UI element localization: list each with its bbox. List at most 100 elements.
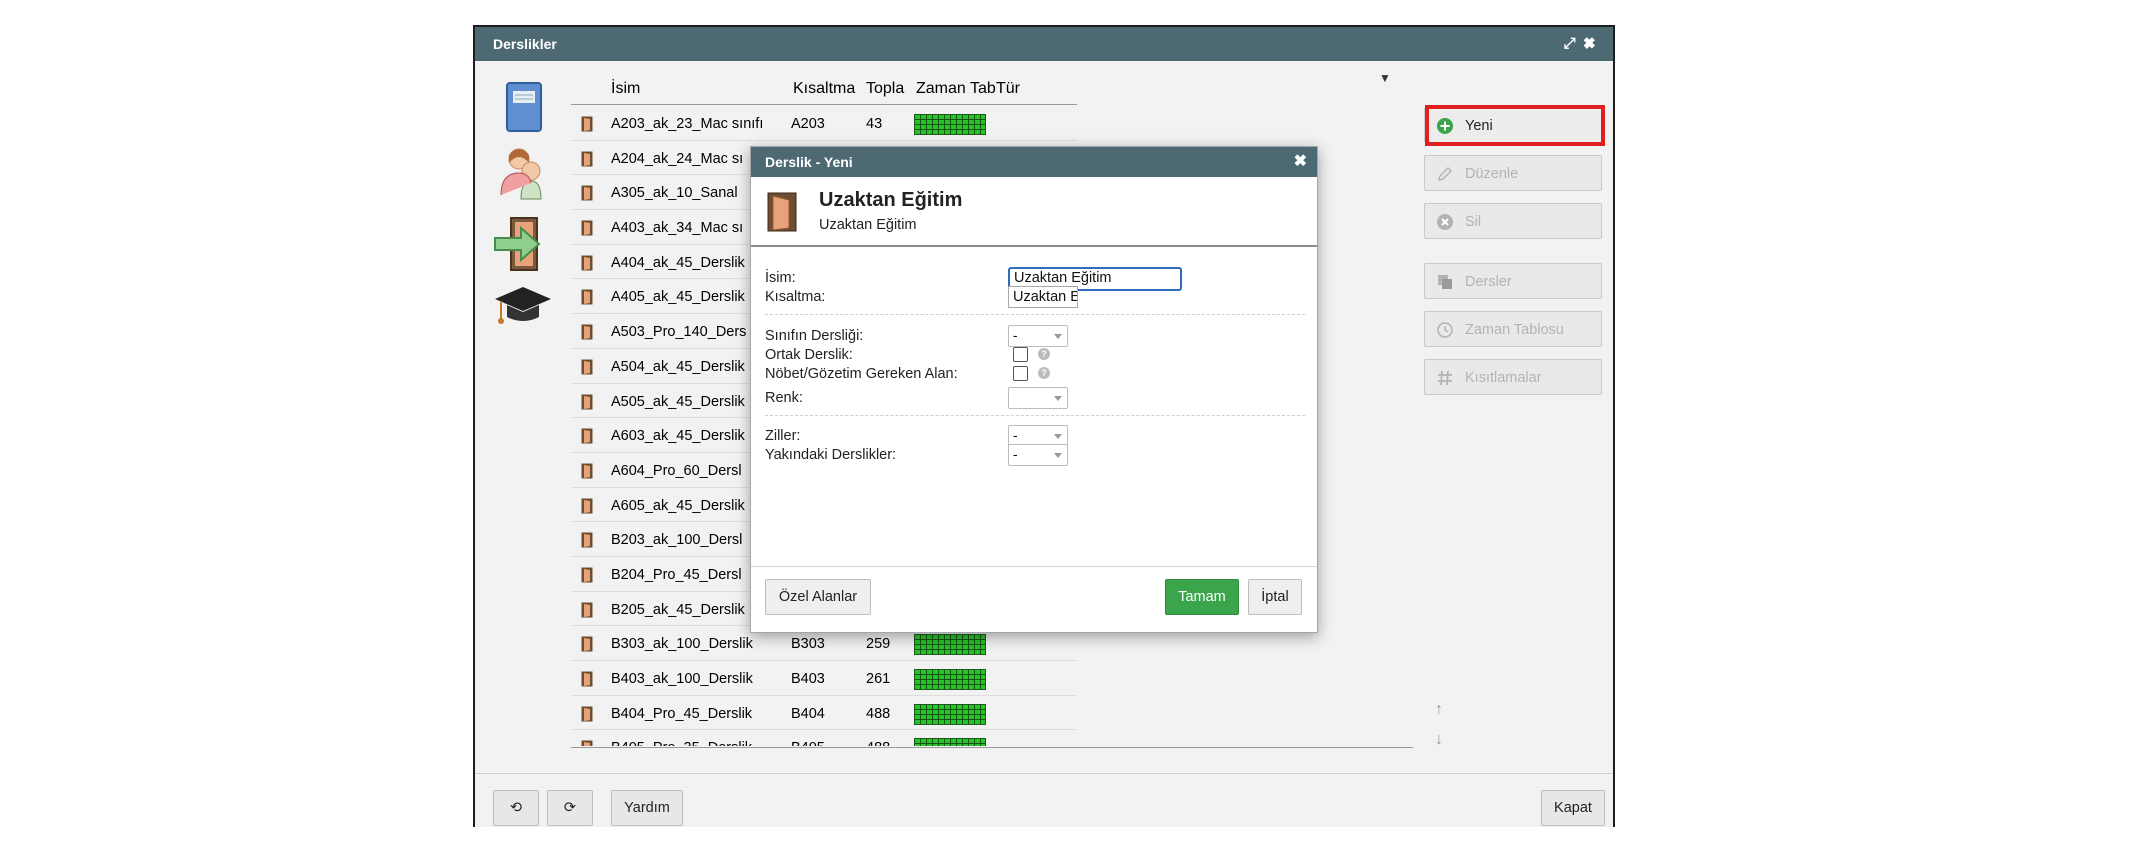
nearby-select[interactable]: - xyxy=(1008,444,1068,466)
undo-icon: ⟲ xyxy=(509,800,523,816)
column-total[interactable]: Topla xyxy=(866,80,904,98)
door-icon xyxy=(581,636,593,652)
door-icon xyxy=(581,428,593,444)
column-short[interactable]: Kısaltma xyxy=(793,80,855,98)
timetable-button-label: Zaman Tablosu xyxy=(1465,322,1564,338)
section-divider xyxy=(765,415,1305,416)
arrow-down-icon[interactable]: ↓ xyxy=(1435,725,1443,755)
door-icon xyxy=(581,359,593,375)
undo-button[interactable]: ⟲ xyxy=(493,790,539,826)
duty-label: Nöbet/Gözetim Gereken Alan: xyxy=(765,366,958,382)
maximize-icon[interactable]: ⤢ xyxy=(1564,35,1584,52)
edit-button[interactable]: Düzenle xyxy=(1424,155,1602,191)
door-icon xyxy=(581,706,593,722)
door-icon xyxy=(581,740,593,746)
dialog-close-icon[interactable]: ✖ xyxy=(1294,147,1307,177)
door-icon xyxy=(581,116,593,132)
cell-name: B303_ak_100_Derslik xyxy=(611,636,753,653)
teacher-icon[interactable] xyxy=(493,141,553,201)
short-label: Kısaltma: xyxy=(765,289,826,305)
door-icon xyxy=(581,394,593,409)
door-icon xyxy=(581,185,593,201)
constraints-button[interactable]: Kısıtlamalar xyxy=(1424,359,1602,395)
ok-button[interactable]: Tamam xyxy=(1165,579,1239,615)
window-title-bar: Derslikler ⤢✖ xyxy=(475,27,1613,61)
cell-short: B405 xyxy=(791,740,825,746)
new-classroom-dialog: Derslik - Yeni ✖ Uzaktan Eğitim Uzaktan … xyxy=(750,146,1318,633)
custom-fields-button[interactable]: Özel Alanlar xyxy=(765,579,871,615)
bells-label: Ziller: xyxy=(765,428,801,444)
timetable-grid xyxy=(914,738,986,746)
name-label: İsim: xyxy=(765,270,796,286)
dialog-title: Derslik - Yeni xyxy=(765,154,853,170)
table-row[interactable]: B405_Pro_35_Derslik B405 488 xyxy=(571,730,1077,746)
close-button[interactable]: Kapat xyxy=(1541,790,1605,826)
graduation-cap-icon[interactable] xyxy=(493,279,553,339)
table-row[interactable]: A203_ak_23_Mac sınıfı A203 43 xyxy=(571,106,1077,141)
cancel-button[interactable]: İptal xyxy=(1248,579,1302,615)
classroom-door-icon[interactable] xyxy=(493,214,553,274)
door-icon xyxy=(581,602,593,618)
column-options-dropdown-icon[interactable]: ▼ xyxy=(1379,71,1391,85)
cell-name: A605_ak_45_Derslik xyxy=(611,497,745,514)
close-icon[interactable]: ✖ xyxy=(1584,35,1603,52)
delete-button-label: Sil xyxy=(1465,214,1482,230)
redo-button[interactable]: ⟳ xyxy=(547,790,593,826)
bells-value: - xyxy=(1013,428,1018,443)
window-title: Derslikler xyxy=(493,36,557,52)
class-room-value: - xyxy=(1013,328,1018,343)
window-controls: ⤢✖ xyxy=(1564,27,1603,61)
cell-name: A203_ak_23_Mac sınıfı xyxy=(611,116,764,132)
column-timetable[interactable]: Zaman Tab xyxy=(916,80,996,98)
delete-circle-icon xyxy=(1437,214,1453,230)
column-name[interactable]: İsim xyxy=(611,80,640,98)
dialog-heading: Uzaktan Eğitim xyxy=(819,189,963,211)
cell-name: B403_ak_100_Derslik xyxy=(611,671,753,687)
door-icon xyxy=(581,324,593,340)
window-footer: ⟲ ⟳ Yardım Kapat xyxy=(475,773,1613,827)
cell-name: A505_ak_45_Derslik xyxy=(611,393,745,410)
book-icon[interactable] xyxy=(493,79,553,139)
cell-name: A305_ak_10_Sanal xyxy=(611,185,738,202)
help-icon[interactable]: ? xyxy=(1038,348,1050,360)
cell-short: B404 xyxy=(791,705,825,722)
door-icon xyxy=(581,220,593,236)
help-button[interactable]: Yardım xyxy=(611,790,683,826)
cell-short: B403 xyxy=(791,671,825,687)
reorder-arrows: ↑ ↓ xyxy=(1435,695,1443,755)
lessons-button[interactable]: Dersler xyxy=(1424,263,1602,299)
class-room-select[interactable]: - xyxy=(1008,325,1068,347)
dialog-subheading: Uzaktan Eğitim xyxy=(819,217,917,233)
cell-name: A204_ak_24_Mac sı xyxy=(611,150,744,167)
edit-button-label: Düzenle xyxy=(1465,166,1519,182)
timetable-button[interactable]: Zaman Tablosu xyxy=(1424,311,1602,347)
cell-total: 488 xyxy=(866,705,891,722)
door-icon xyxy=(581,567,593,583)
arrow-up-icon[interactable]: ↑ xyxy=(1435,695,1443,725)
cell-name: B404_Pro_45_Derslik xyxy=(611,705,753,722)
door-icon xyxy=(581,463,593,479)
class-room-label: Sınıfın Dersliği: xyxy=(765,328,864,344)
short-input[interactable]: Uzaktan Eğiti xyxy=(1008,286,1078,308)
cell-total: 261 xyxy=(866,671,891,687)
clock-icon xyxy=(1437,322,1453,338)
new-button-highlight xyxy=(1425,105,1605,146)
list-header: İsim Kısaltma Topla Zaman Tab Tür xyxy=(571,71,1077,105)
duty-checkbox[interactable] xyxy=(1013,366,1028,381)
table-row[interactable]: B403_ak_100_Derslik B403 261 xyxy=(571,661,1077,696)
chevron-down-icon xyxy=(1054,396,1062,401)
lessons-button-label: Dersler xyxy=(1465,274,1512,290)
shared-label: Ortak Derslik: xyxy=(765,347,853,363)
cell-name: A603_ak_45_Derslik xyxy=(611,428,745,445)
cell-total: 43 xyxy=(866,116,883,132)
table-row[interactable]: B404_Pro_45_Derslik B404 488 xyxy=(571,696,1077,731)
color-select[interactable] xyxy=(1008,387,1068,409)
column-type[interactable]: Tür xyxy=(996,80,1020,98)
shared-checkbox[interactable] xyxy=(1013,347,1028,362)
copy-pages-icon xyxy=(1438,275,1452,289)
color-label: Renk: xyxy=(765,390,803,406)
door-icon xyxy=(581,532,593,548)
help-icon[interactable]: ? xyxy=(1038,367,1050,379)
cell-name: A404_ak_45_Derslik xyxy=(611,254,745,271)
delete-button[interactable]: Sil xyxy=(1424,203,1602,239)
